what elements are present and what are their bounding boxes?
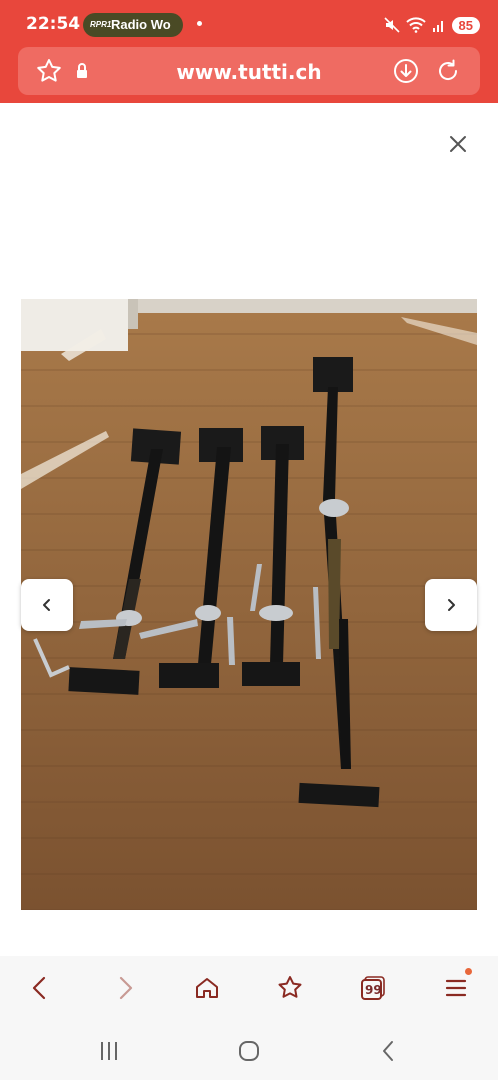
close-icon[interactable] — [444, 130, 472, 158]
hamburger-menu-icon — [445, 979, 467, 997]
system-back-icon — [383, 1041, 393, 1061]
back-arrow-icon — [32, 976, 46, 1000]
gallery-next-button[interactable] — [425, 579, 477, 631]
radio-name: Radio Wo — [111, 17, 171, 32]
home-circle-icon — [239, 1041, 259, 1061]
status-time: 22:54 — [26, 14, 81, 34]
bookmarks-star-icon — [278, 976, 302, 998]
recent-apps-icon — [101, 1042, 117, 1060]
notification-badge — [465, 968, 472, 975]
notification-dot-icon — [197, 21, 202, 26]
tab-count: 99 — [365, 983, 382, 997]
mute-icon — [383, 17, 400, 33]
status-icons: 85 — [383, 14, 480, 36]
tabs-button[interactable]: 99 — [357, 972, 389, 1004]
browser-toolbar: 99 — [0, 956, 498, 1020]
home-icon — [196, 978, 218, 998]
signal-icon — [432, 21, 443, 32]
radio-notification-pill[interactable]: RPR1 Radio Wo — [83, 13, 183, 37]
chevron-left-icon — [43, 599, 50, 611]
system-home-button[interactable] — [234, 1036, 264, 1066]
system-navigation-bar — [0, 1020, 498, 1080]
battery-indicator: 85 — [451, 16, 480, 34]
back-button[interactable] — [24, 972, 56, 1004]
menu-button[interactable] — [440, 968, 472, 1004]
recent-apps-button[interactable] — [94, 1036, 124, 1066]
address-bar[interactable]: www.tutti.ch — [18, 47, 480, 95]
gallery-image — [21, 299, 477, 910]
home-button[interactable] — [191, 972, 223, 1004]
bookmarks-button[interactable] — [274, 972, 306, 1004]
status-bar: 22:54 RPR1 Radio Wo 85 — [0, 0, 498, 50]
wifi-icon — [405, 17, 426, 33]
download-icon[interactable] — [392, 57, 420, 85]
system-back-button[interactable] — [374, 1036, 404, 1066]
forward-button[interactable] — [109, 972, 141, 1004]
forward-arrow-icon — [119, 976, 133, 1000]
chevron-right-icon — [448, 599, 455, 611]
gallery-prev-button[interactable] — [21, 579, 73, 631]
reload-icon[interactable] — [434, 57, 462, 85]
radio-logo: RPR1 — [90, 20, 112, 29]
browser-address-area: www.tutti.ch — [0, 47, 498, 103]
